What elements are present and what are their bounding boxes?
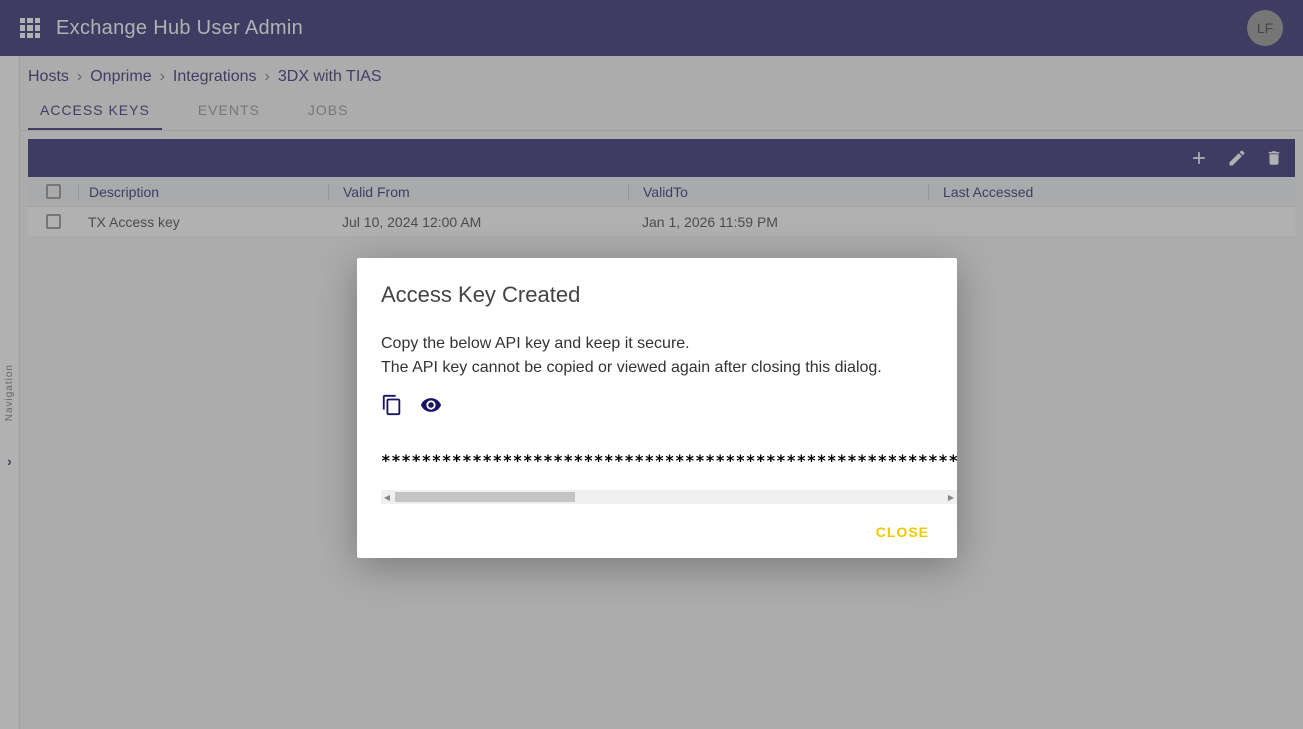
eye-icon[interactable] [419,394,443,421]
key-display-container: ****************************************… [357,451,957,504]
horizontal-scrollbar[interactable]: ◀ ▶ [381,490,957,504]
dialog-instruction-line2: The API key cannot be copied or viewed a… [381,356,933,380]
scroll-left-arrow[interactable]: ◀ [381,490,393,504]
dialog-instruction-line1: Copy the below API key and keep it secur… [381,332,933,356]
masked-api-key[interactable]: ****************************************… [381,451,957,470]
access-key-created-dialog: Access Key Created Copy the below API ke… [357,258,957,558]
scroll-thumb[interactable] [395,492,575,502]
dialog-title: Access Key Created [357,282,957,308]
close-button[interactable]: CLOSE [868,518,937,546]
scroll-right-arrow[interactable]: ▶ [945,490,957,504]
dialog-body: Copy the below API key and keep it secur… [357,308,957,380]
copy-icon[interactable] [381,394,403,421]
